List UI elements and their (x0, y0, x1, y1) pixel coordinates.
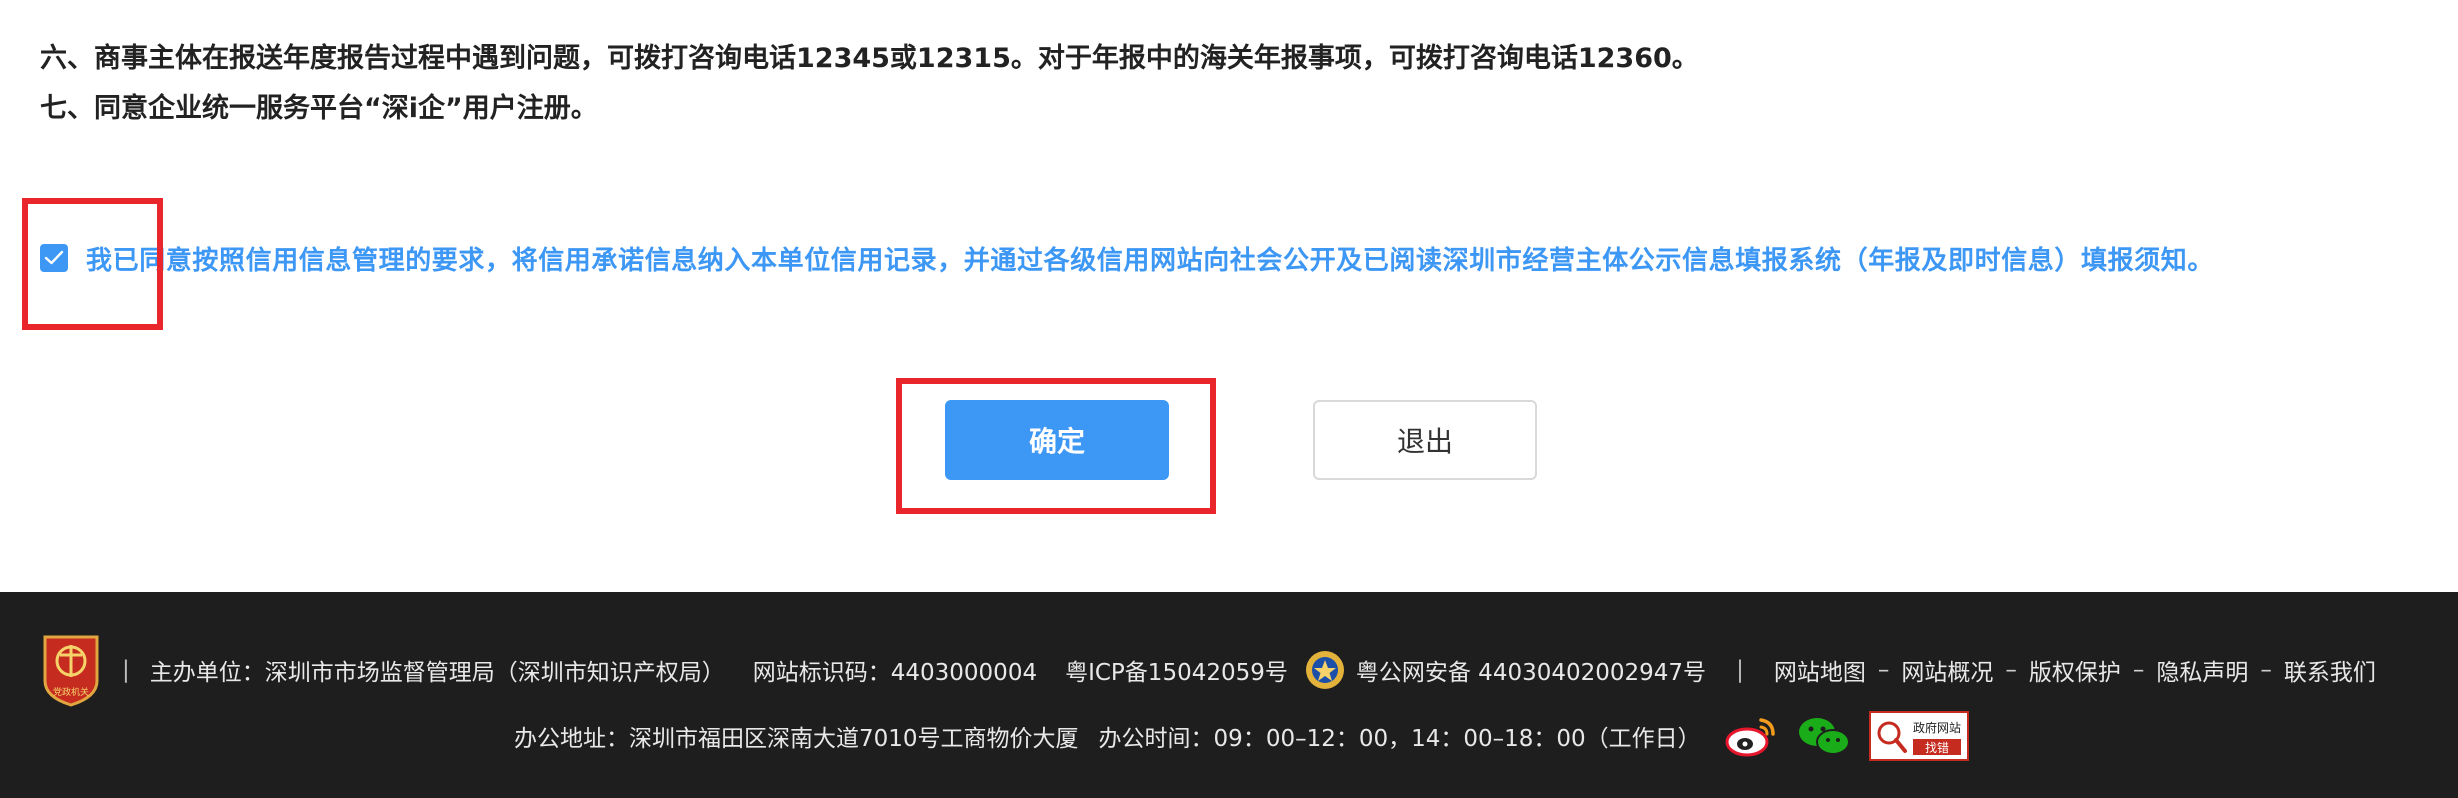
footer-row-1: 党政机关 | 主办单位：深圳市市场监督管理局（深圳市知识产权局） 网站标识码：4… (40, 632, 2440, 708)
check-icon (44, 250, 64, 265)
footer-link-privacy[interactable]: 隐私声明 (2156, 653, 2248, 687)
footer-link-copyright[interactable]: 版权保护 (2029, 653, 2121, 687)
footer-divider-2: | (1736, 657, 1744, 683)
police-emblem-icon (1304, 647, 1346, 693)
weibo-icon[interactable] (1723, 714, 1779, 758)
footer: 党政机关 | 主办单位：深圳市市场监督管理局（深圳市知识产权局） 网站标识码：4… (0, 592, 2458, 798)
logo-text: 党政机关 (53, 686, 89, 698)
footer-hours: 办公时间：09：00–12：00，14：00–18：00（工作日） (1098, 726, 1701, 752)
footer-site-id: 网站标识码：4403000004 (752, 660, 1038, 686)
notice-line-7: 七、同意企业统一服务平台“深i企”用户注册。 (40, 93, 598, 124)
wechat-icon[interactable] (1797, 714, 1851, 758)
confirm-button[interactable]: 确定 (945, 400, 1169, 480)
footer-link-overview[interactable]: 网站概况 (1901, 653, 1993, 687)
agreement-text[interactable]: 我已同意按照信用信息管理的要求，将信用承诺信息纳入本单位信用记录，并通过各级信用… (86, 240, 2214, 277)
exit-button[interactable]: 退出 (1313, 400, 1537, 480)
footer-link-contact[interactable]: 联系我们 (2284, 653, 2376, 687)
footer-police-record[interactable]: 粤公网安备 44030402002947号 (1356, 653, 1706, 687)
footer-icp[interactable]: 粤ICP备15042059号 (1065, 653, 1288, 687)
badge-top-text: 政府网站 (1913, 720, 1961, 735)
gov-site-error-badge-icon[interactable]: 政府网站 找错 (1868, 711, 1969, 761)
footer-address: 办公地址：深圳市福田区深南大道7010号工商物价大厦 (514, 726, 1079, 752)
party-emblem-icon[interactable]: 党政机关 (40, 633, 102, 707)
agreement-row: 我已同意按照信用信息管理的要求，将信用承诺信息纳入本单位信用记录，并通过各级信用… (40, 240, 2214, 276)
agreement-checkbox[interactable] (40, 244, 68, 272)
notice-line-6: 六、商事主体在报送年度报告过程中遇到问题，可拨打咨询电话12345或12315。… (40, 43, 1699, 74)
footer-link-sitemap[interactable]: 网站地图 (1774, 653, 1866, 687)
footer-row-2: 办公地址：深圳市福田区深南大道7010号工商物价大厦 办公时间：09：00–12… (514, 704, 1969, 768)
footer-divider: | (122, 657, 130, 683)
badge-bottom-text: 找错 (1925, 741, 1949, 755)
footer-sponsor: 主办单位：深圳市市场监督管理局（深圳市知识产权局） (149, 660, 725, 686)
